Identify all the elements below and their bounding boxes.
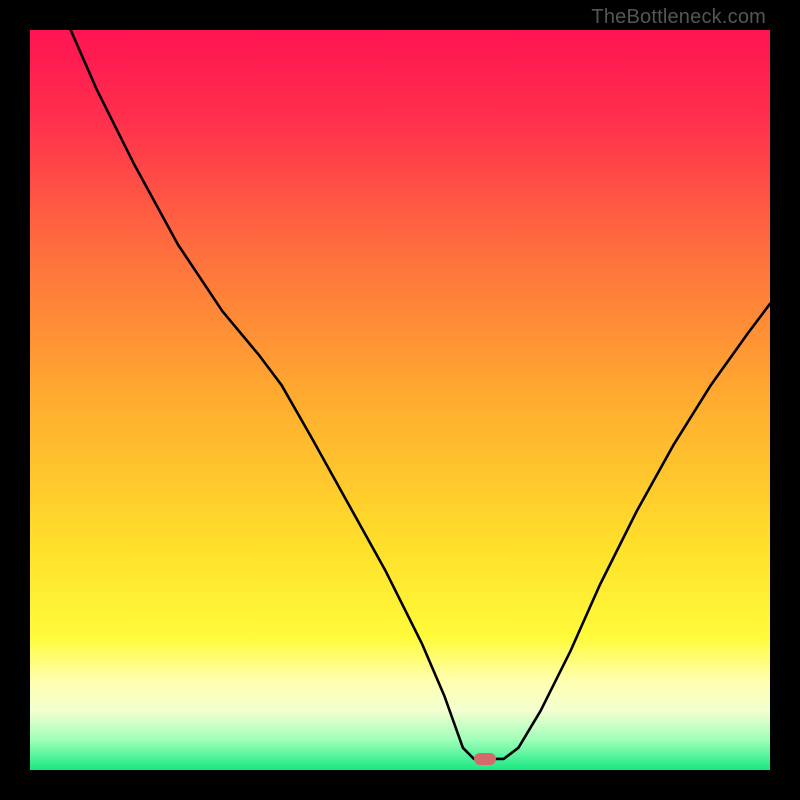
watermark-text: TheBottleneck.com <box>591 6 766 29</box>
optimum-marker <box>474 753 496 765</box>
bottleneck-curve <box>30 30 770 770</box>
plot-area <box>30 30 770 770</box>
chart-frame: TheBottleneck.com <box>0 0 800 800</box>
